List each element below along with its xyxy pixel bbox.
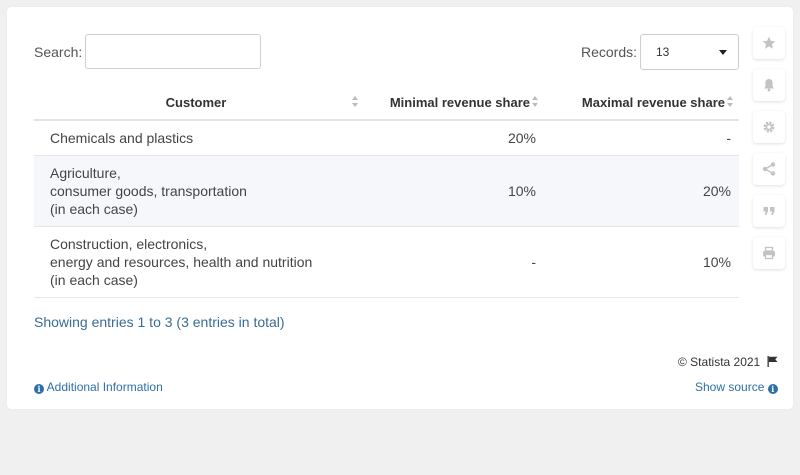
cell-text: consumer goods, transportation <box>50 183 247 199</box>
print-icon <box>763 246 775 260</box>
share-icon <box>762 162 776 176</box>
records-selected-value: 13 <box>656 45 670 59</box>
notification-button[interactable] <box>753 69 785 101</box>
sort-icon <box>532 96 540 108</box>
cell-min-share: 20% <box>364 120 544 156</box>
cell-text: (in each case) <box>50 201 138 217</box>
cell-text: energy and resources, health and nutriti… <box>50 254 313 270</box>
cell-min-share: 10% <box>364 155 544 227</box>
column-header-max-share[interactable]: Maximal revenue share <box>544 85 739 121</box>
column-header-customer[interactable]: Customer <box>34 85 364 121</box>
flag-icon[interactable] <box>767 356 778 367</box>
sort-icon <box>727 96 735 108</box>
column-header-min-share[interactable]: Minimal revenue share <box>364 85 544 121</box>
additional-information-label: Additional Information <box>46 380 163 394</box>
show-source-link[interactable]: Show source i <box>695 380 778 394</box>
copyright-text: © Statista 2021 <box>678 355 761 369</box>
column-header-label: Minimal revenue share <box>389 94 530 110</box>
header-row: Customer Minimal revenue share Maximal r… <box>34 85 739 121</box>
sort-icon <box>352 96 360 108</box>
column-header-label: Maximal revenue share <box>581 94 725 110</box>
entries-summary: Showing entries 1 to 3 (3 entries in tot… <box>34 314 285 330</box>
cell-text: (in each case) <box>50 272 138 288</box>
cell-max-share: 10% <box>544 226 739 298</box>
show-source-label: Show source <box>695 380 765 394</box>
cell-min-share: - <box>364 226 544 298</box>
data-table: Customer Minimal revenue share Maximal r… <box>34 85 739 298</box>
cell-customer: Chemicals and plastics <box>34 120 364 156</box>
action-sidebar <box>753 27 787 279</box>
table-row: Agriculture, consumer goods, transportat… <box>34 155 739 227</box>
records-select[interactable]: 13 <box>640 34 739 70</box>
column-header-label: Customer <box>165 94 227 110</box>
info-icon: i <box>767 384 778 394</box>
cell-max-share: 20% <box>544 155 739 227</box>
settings-button[interactable] <box>753 111 785 143</box>
cite-button[interactable] <box>753 195 785 227</box>
info-icon: i <box>34 384 44 394</box>
search-label: Search: <box>34 44 83 60</box>
cell-text: Construction, electronics, <box>50 236 208 252</box>
cell-max-share: - <box>544 120 739 156</box>
additional-information-link[interactable]: i Additional Information <box>34 380 163 394</box>
table-card: Search: Records: 13 Customer Minimal rev… <box>7 7 793 409</box>
share-button[interactable] <box>753 153 785 185</box>
caret-down-icon <box>719 50 727 55</box>
bell-icon <box>764 79 774 92</box>
table-row: Construction, electronics, energy and re… <box>34 226 739 298</box>
star-icon <box>762 36 776 49</box>
table-row: Chemicals and plastics 20% - <box>34 120 739 156</box>
favorite-button[interactable] <box>753 27 785 59</box>
gear-icon <box>763 121 775 133</box>
search-input[interactable] <box>85 34 261 69</box>
copyright[interactable]: © Statista 2021 <box>678 355 778 369</box>
cell-text: Agriculture, <box>50 165 121 181</box>
quote-icon <box>763 207 775 215</box>
cell-customer: Agriculture, consumer goods, transportat… <box>34 155 364 227</box>
records-label: Records: <box>581 44 638 60</box>
print-button[interactable] <box>753 237 785 269</box>
cell-text: Chemicals and plastics <box>50 130 194 146</box>
cell-customer: Construction, electronics, energy and re… <box>34 226 364 298</box>
